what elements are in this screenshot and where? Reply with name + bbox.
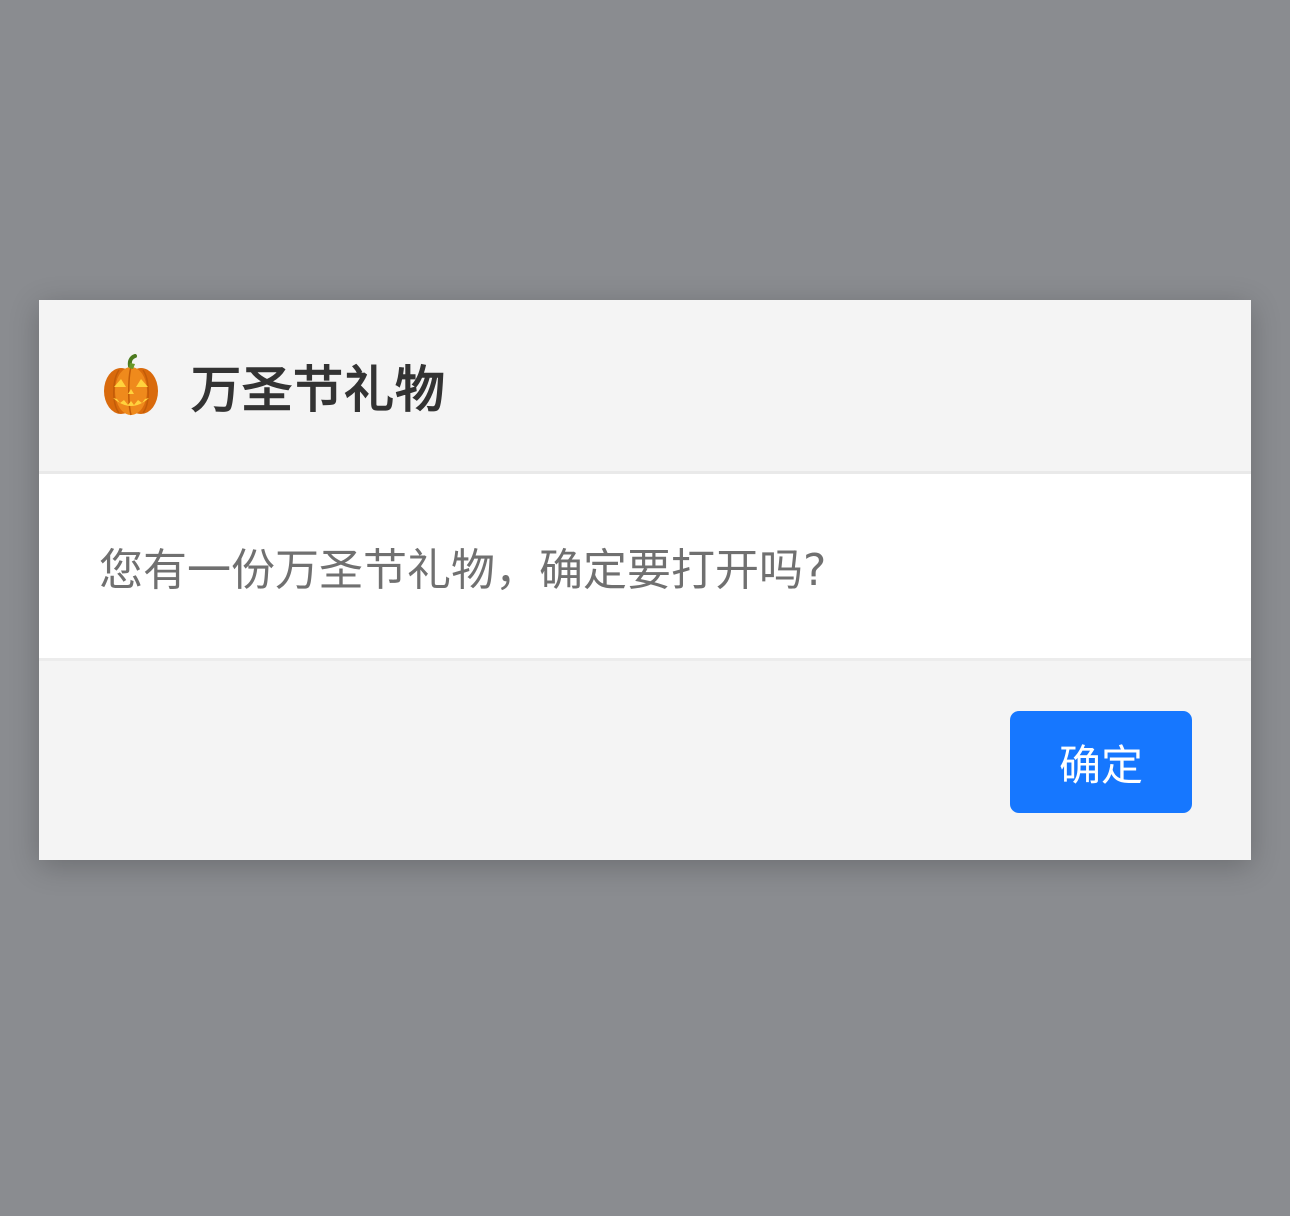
jack-o-lantern-icon <box>99 353 163 418</box>
confirm-button[interactable]: 确定 <box>1010 711 1192 813</box>
dialog-title: 万圣节礼物 <box>191 360 446 419</box>
dialog-footer: 确定 <box>39 661 1251 857</box>
gift-dialog: 万圣节礼物 您有一份万圣节礼物，确定要打开吗? 确定 <box>39 300 1251 860</box>
dialog-message: 您有一份万圣节礼物，确定要打开吗? <box>99 545 827 596</box>
dialog-header: 万圣节礼物 <box>39 300 1251 474</box>
dialog-body: 您有一份万圣节礼物，确定要打开吗? <box>39 474 1251 661</box>
